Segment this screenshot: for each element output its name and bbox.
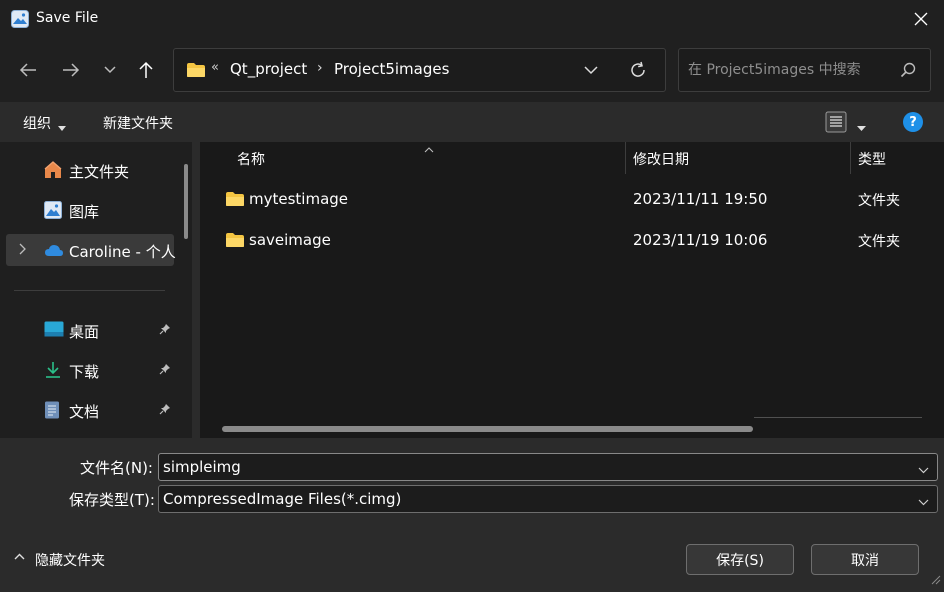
file-type: 文件夹	[858, 193, 900, 209]
app-icon	[11, 10, 29, 28]
divider-line	[754, 417, 922, 418]
sidebar-item-label: 文档	[69, 403, 100, 421]
pin-icon[interactable]	[159, 363, 171, 379]
filetype-select[interactable]: CompressedImage Files(*.cimg)	[158, 485, 938, 513]
list-view-icon	[825, 111, 847, 133]
chevron-down-icon[interactable]	[918, 494, 929, 510]
help-button[interactable]: ?	[903, 112, 923, 132]
chevron-right-icon[interactable]	[19, 243, 27, 259]
column-header-type[interactable]: 类型	[858, 149, 886, 169]
view-options-button[interactable]	[825, 111, 847, 137]
back-button[interactable]	[14, 55, 42, 85]
sidebar-item-desktop[interactable]: 桌面	[6, 314, 174, 346]
horizontal-scrollbar[interactable]	[222, 426, 753, 432]
folder-icon	[225, 232, 245, 252]
file-name: mytestimage	[249, 190, 349, 208]
pin-icon[interactable]	[159, 403, 171, 419]
folder-icon	[186, 62, 206, 82]
sort-ascending-icon	[424, 141, 434, 157]
address-history-dropdown[interactable]	[584, 63, 598, 79]
gallery-icon	[44, 201, 62, 219]
breadcrumb-separator-icon[interactable]: ›	[317, 60, 323, 76]
sidebar-scrollbar[interactable]	[184, 164, 188, 239]
search-box[interactable]	[678, 48, 931, 92]
breadcrumb-qt-project[interactable]: Qt_project	[230, 60, 307, 78]
sidebar-item-home[interactable]: 主文件夹	[6, 154, 174, 186]
home-icon	[44, 161, 62, 179]
command-toolbar: 组织 新建文件夹 ?	[0, 102, 944, 142]
sidebar-item-label: Caroline - 个人	[69, 243, 176, 261]
hide-folders-button[interactable]: 隐藏文件夹	[14, 553, 105, 569]
sidebar-item-documents[interactable]: 文档	[6, 394, 174, 426]
address-overflow[interactable]: «	[211, 60, 219, 75]
file-name: saveimage	[249, 231, 331, 249]
resize-grip-icon[interactable]	[931, 573, 941, 589]
cancel-button[interactable]: 取消	[811, 544, 919, 575]
download-icon	[44, 361, 62, 379]
file-type: 文件夹	[858, 234, 900, 250]
filename-combobox[interactable]: simpleimg	[158, 453, 938, 481]
sidebar-item-downloads[interactable]: 下载	[6, 354, 174, 386]
organize-menu[interactable]: 组织	[23, 113, 51, 133]
pin-icon[interactable]	[159, 323, 171, 339]
chevron-down-icon	[584, 66, 598, 75]
hide-folders-label: 隐藏文件夹	[35, 553, 105, 569]
pane-splitter[interactable]	[192, 142, 200, 438]
filename-label: 文件名(N):	[80, 459, 153, 477]
document-icon	[44, 401, 62, 419]
file-date: 2023/11/11 19:50	[633, 190, 768, 208]
table-row[interactable]: mytestimage 2023/11/11 19:50 文件夹	[200, 182, 944, 218]
sidebar-item-label: 主文件夹	[69, 163, 130, 181]
filetype-label: 保存类型(T):	[69, 491, 155, 509]
navigation-bar: « Qt_project › Project5images	[0, 38, 944, 102]
arrow-right-icon	[63, 63, 80, 77]
up-button[interactable]	[132, 55, 160, 85]
save-button[interactable]: 保存(S)	[686, 544, 794, 575]
sidebar-item-onedrive[interactable]: Caroline - 个人	[6, 234, 176, 266]
sidebar-item-label: 桌面	[69, 323, 100, 341]
column-divider[interactable]	[850, 142, 851, 174]
caret-down-icon[interactable]	[58, 119, 66, 135]
sidebar-item-label: 图库	[69, 203, 100, 221]
arrow-left-icon	[19, 63, 36, 77]
column-header-date[interactable]: 修改日期	[633, 149, 689, 169]
navigation-pane: 主文件夹 图库 Caroline - 个人 桌面 下载 文档	[0, 142, 192, 438]
sidebar-item-label: 下载	[69, 363, 100, 381]
column-header-name[interactable]: 名称	[237, 149, 265, 169]
chevron-down-icon	[104, 66, 116, 74]
save-form: 文件名(N): simpleimg 保存类型(T): CompressedIma…	[0, 438, 944, 592]
sidebar-item-gallery[interactable]: 图库	[6, 194, 174, 226]
recent-locations-button[interactable]	[96, 55, 124, 85]
folder-icon	[225, 191, 245, 211]
filetype-value: CompressedImage Files(*.cimg)	[163, 490, 402, 508]
refresh-icon	[631, 61, 645, 77]
search-input[interactable]	[688, 59, 888, 81]
file-date: 2023/11/19 10:06	[633, 231, 768, 249]
chevron-up-icon	[14, 553, 25, 560]
column-divider[interactable]	[625, 142, 626, 174]
title-bar: Save File	[0, 0, 944, 38]
arrow-up-icon	[139, 61, 153, 78]
window-title: Save File	[36, 10, 99, 26]
desktop-icon	[44, 321, 64, 339]
refresh-button[interactable]	[629, 61, 647, 83]
filename-field[interactable]: simpleimg	[163, 458, 241, 476]
new-folder-button[interactable]: 新建文件夹	[103, 113, 173, 133]
close-button[interactable]	[898, 0, 944, 38]
caret-down-icon[interactable]	[857, 119, 866, 135]
address-bar[interactable]: « Qt_project › Project5images	[173, 48, 666, 92]
forward-button[interactable]	[57, 55, 85, 85]
sidebar-divider	[14, 290, 165, 291]
close-icon	[914, 12, 928, 26]
file-list: 名称 修改日期 类型 mytestimage 2023/11/11 19:50 …	[200, 142, 944, 438]
search-icon[interactable]	[900, 62, 916, 82]
table-row[interactable]: saveimage 2023/11/19 10:06 文件夹	[200, 223, 944, 259]
onedrive-cloud-icon	[44, 241, 63, 259]
breadcrumb-project5images[interactable]: Project5images	[334, 60, 449, 78]
chevron-down-icon[interactable]	[918, 462, 929, 478]
